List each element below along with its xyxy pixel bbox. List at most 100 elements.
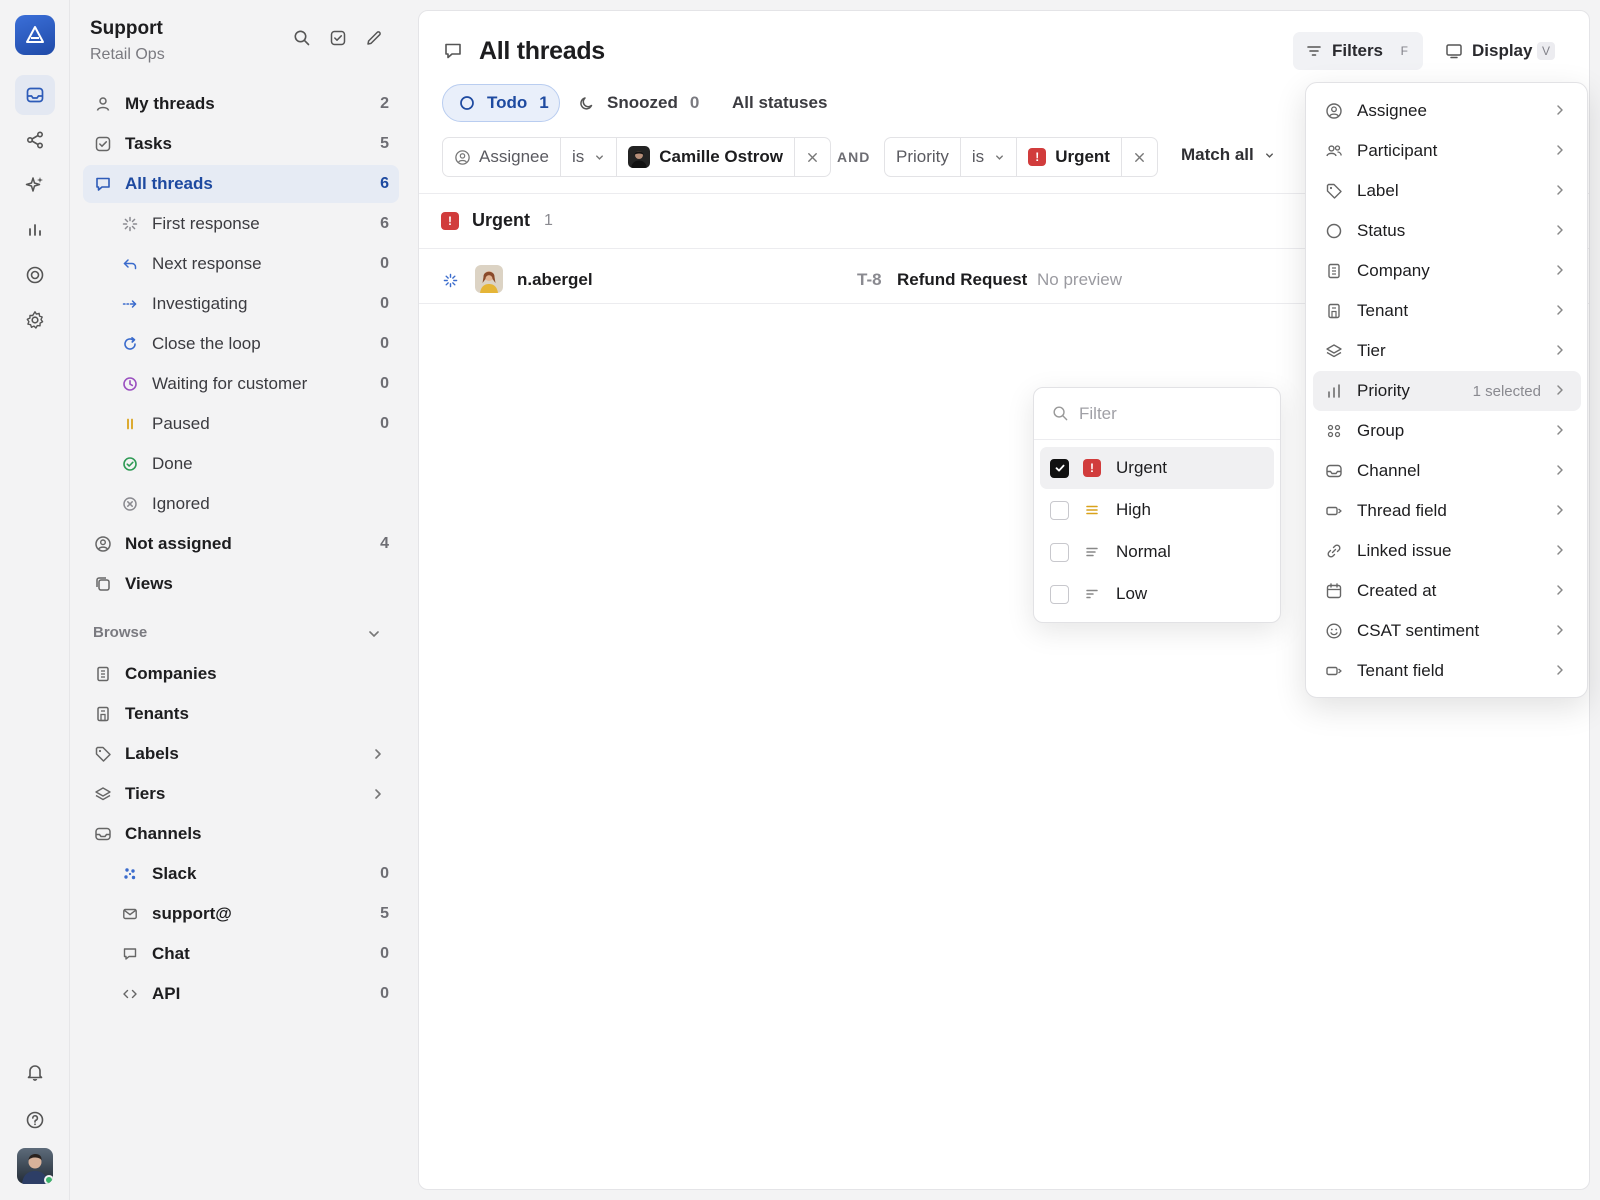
sidebar-item-done[interactable]: Done (83, 445, 399, 483)
chat-bubble-icon (120, 944, 140, 964)
priority-option-low[interactable]: Low (1040, 573, 1274, 615)
help-button[interactable] (15, 1100, 55, 1140)
sidebar-item-all-threads[interactable]: All threads 6 (83, 165, 399, 203)
menu-item-label: Tenant field (1357, 661, 1444, 680)
bars-icon (1324, 381, 1344, 401)
workflows-nav-button[interactable] (15, 120, 55, 160)
thread-preview: No preview (1037, 270, 1123, 289)
ai-nav-button[interactable] (15, 165, 55, 205)
sidebar-item-first-response[interactable]: First response 6 (83, 205, 399, 243)
sidebar-item-tenants[interactable]: Tenants (83, 695, 399, 733)
priority-option-urgent[interactable]: ! Urgent (1040, 447, 1274, 489)
sidebar-item-tiers[interactable]: Tiers (83, 775, 399, 813)
sidebar-item-investigating[interactable]: Investigating 0 (83, 285, 399, 323)
sidebar-item-paused[interactable]: Paused 0 (83, 405, 399, 443)
menu-item-tier[interactable]: Tier (1313, 331, 1581, 371)
menu-item-channel[interactable]: Channel (1313, 451, 1581, 491)
close-icon (1135, 152, 1144, 162)
sidebar-item-api[interactable]: API 0 (83, 975, 399, 1013)
sidebar-item-tasks[interactable]: Tasks 5 (83, 125, 399, 163)
envelope-icon (120, 904, 140, 924)
tab-label: Snoozed (607, 93, 678, 112)
sidebar-item-next-response[interactable]: Next response 0 (83, 245, 399, 283)
checkbox-unchecked[interactable] (1050, 542, 1069, 562)
tab-snoozed[interactable]: Snoozed 0 (577, 84, 717, 122)
checkbox-unchecked[interactable] (1050, 500, 1069, 520)
filter-chip-priority: Priority is ! Urgent (884, 137, 1158, 177)
menu-item-label: Tenant (1357, 301, 1409, 320)
gear-icon (26, 311, 44, 329)
match-all-dropdown[interactable]: Match all (1181, 145, 1275, 165)
tasks-button[interactable] (324, 24, 352, 52)
filter-field-priority[interactable]: Priority (885, 138, 961, 176)
sidebar-item-not-assigned[interactable]: Not assigned 4 (83, 525, 399, 563)
sidebar-item-count: 5 (380, 905, 389, 922)
filter-value[interactable]: Camille Ostrow (617, 138, 795, 176)
notifications-button[interactable] (15, 1052, 55, 1092)
group-header-urgent[interactable]: ! Urgent 1 (441, 210, 553, 231)
help-center-nav-button[interactable] (15, 255, 55, 295)
inbox-nav-button[interactable] (15, 75, 55, 115)
filter-field-assignee[interactable]: Assignee (443, 138, 561, 176)
sidebar-item-views[interactable]: Views (83, 565, 399, 603)
priority-option-high[interactable]: High (1040, 489, 1274, 531)
menu-item-linked-issue[interactable]: Linked issue (1313, 531, 1581, 571)
filter-operator[interactable]: is (561, 138, 618, 176)
menu-item-tenant[interactable]: Tenant (1313, 291, 1581, 331)
remove-filter-button[interactable] (1122, 138, 1157, 176)
filters-button[interactable]: Filters F (1293, 32, 1423, 70)
user-avatar[interactable] (17, 1148, 53, 1184)
search-button[interactable] (288, 24, 316, 52)
display-button[interactable]: Display V (1433, 32, 1565, 70)
filter-operator[interactable]: is (961, 138, 1018, 176)
priority-option-normal[interactable]: Normal (1040, 531, 1274, 573)
sidebar-item-labels[interactable]: Labels (83, 735, 399, 773)
menu-item-created-at[interactable]: Created at (1313, 571, 1581, 611)
menu-item-assignee[interactable]: Assignee (1313, 91, 1581, 131)
sidebar-item-label: First response (152, 214, 260, 233)
pause-icon (120, 414, 140, 434)
sidebar-item-label: Not assigned (125, 534, 232, 553)
menu-item-thread-field[interactable]: Thread field (1313, 491, 1581, 531)
sidebar-item-chat[interactable]: Chat 0 (83, 935, 399, 973)
filter-value[interactable]: ! Urgent (1017, 138, 1122, 176)
tenant-icon (1324, 301, 1344, 321)
sidebar-item-my-threads[interactable]: My threads 2 (83, 85, 399, 123)
chevron-right-icon (1557, 665, 1563, 675)
menu-item-tenant-field[interactable]: Tenant field (1313, 651, 1581, 691)
sidebar-item-support-email[interactable]: support@ 5 (83, 895, 399, 933)
menu-item-group[interactable]: Group (1313, 411, 1581, 451)
menu-item-participant[interactable]: Participant (1313, 131, 1581, 171)
chevron-down-icon[interactable] (367, 627, 381, 641)
remove-filter-button[interactable] (795, 138, 830, 176)
tenant-icon (93, 704, 113, 724)
sidebar-item-companies[interactable]: Companies (83, 655, 399, 693)
sidebar-item-waiting-for-customer[interactable]: Waiting for customer 0 (83, 365, 399, 403)
checkbox-unchecked[interactable] (1050, 584, 1069, 604)
tab-todo[interactable]: Todo 1 (442, 84, 560, 122)
menu-item-company[interactable]: Company (1313, 251, 1581, 291)
tab-all-statuses[interactable]: All statuses (732, 84, 827, 122)
sidebar-item-ignored[interactable]: Ignored (83, 485, 399, 523)
sidebar-item-slack[interactable]: Slack 0 (83, 855, 399, 893)
reports-nav-button[interactable] (15, 210, 55, 250)
sidebar-item-label: My threads (125, 94, 215, 113)
link-icon (1324, 541, 1344, 561)
filter-input-placeholder[interactable]: Filter (1079, 404, 1117, 424)
checkbox-checked[interactable] (1050, 458, 1069, 478)
menu-item-csat-sentiment[interactable]: CSAT sentiment (1313, 611, 1581, 651)
menu-item-priority[interactable]: Priority 1 selected (1313, 371, 1581, 411)
browse-section-header[interactable]: Browse (93, 624, 147, 641)
logo-triangle-icon (26, 26, 44, 43)
filter-value-label: Camille Ostrow (659, 147, 783, 166)
popover-search[interactable]: Filter (1034, 388, 1280, 440)
sidebar-item-close-the-loop[interactable]: Close the loop 0 (83, 325, 399, 363)
copy-stack-icon (93, 574, 113, 594)
compose-button[interactable] (360, 24, 388, 52)
settings-nav-button[interactable] (15, 300, 55, 340)
menu-item-label[interactable]: Label (1313, 171, 1581, 211)
menu-item-status[interactable]: Status (1313, 211, 1581, 251)
sidebar-item-channels[interactable]: Channels (83, 815, 399, 853)
chat-bubble-icon (93, 174, 113, 194)
app-logo[interactable] (15, 15, 55, 55)
